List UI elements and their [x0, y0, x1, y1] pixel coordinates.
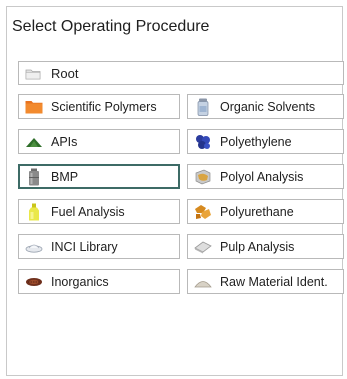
procedure-label: Scientific Polymers — [51, 99, 157, 114]
folder-gray-icon — [25, 67, 41, 80]
cosmetic-dish-icon — [25, 239, 43, 255]
procedure-label: Raw Material Ident. — [220, 274, 328, 289]
brown-pellet-icon — [25, 274, 43, 290]
procedure-scientific-polymers-button[interactable]: Scientific Polymers — [18, 94, 180, 119]
procedure-label: Inorganics — [51, 274, 109, 289]
procedure-label: Polyol Analysis — [220, 169, 304, 184]
procedure-label: Polyethylene — [220, 134, 292, 149]
solvent-bottle-icon — [194, 98, 212, 116]
procedure-raw-material-ident-button[interactable]: Raw Material Ident. — [187, 269, 344, 294]
foam-pieces-icon — [194, 204, 212, 220]
procedure-apis-button[interactable]: APIs — [18, 129, 180, 154]
procedure-inorganics-button[interactable]: Inorganics — [18, 269, 180, 294]
procedure-polyethylene-button[interactable]: Polyethylene — [187, 129, 344, 154]
procedure-fuel-analysis-button[interactable]: Fuel Analysis — [18, 199, 180, 224]
yellow-bottle-icon — [25, 203, 43, 220]
procedure-grid: Scientific Polymers Organic Solvents API… — [18, 94, 344, 294]
pulp-sheet-icon — [194, 239, 212, 255]
procedure-organic-solvents-button[interactable]: Organic Solvents — [187, 94, 344, 119]
procedure-label: INCI Library — [51, 239, 118, 254]
root-folder-item[interactable]: Root — [18, 61, 344, 85]
procedure-label: BMP — [51, 169, 79, 184]
procedure-label: Organic Solvents — [220, 99, 316, 114]
gray-canister-icon — [25, 168, 43, 185]
orange-folder-icon — [25, 99, 43, 115]
procedure-label: Fuel Analysis — [51, 204, 125, 219]
procedure-polyol-analysis-button[interactable]: Polyol Analysis — [187, 164, 344, 189]
blue-granules-icon — [194, 134, 212, 150]
procedure-inci-library-button[interactable]: INCI Library — [18, 234, 180, 259]
procedure-polyurethane-button[interactable]: Polyurethane — [187, 199, 344, 224]
green-powder-icon — [25, 134, 43, 150]
dialog-title: Select Operating Procedure — [12, 18, 210, 35]
procedure-bmp-button[interactable]: BMP — [18, 164, 180, 189]
root-label: Root — [51, 65, 79, 81]
procedure-label: APIs — [51, 134, 78, 149]
procedure-label: Pulp Analysis — [220, 239, 295, 254]
procedure-label: Polyurethane — [220, 204, 294, 219]
powder-pile-icon — [194, 274, 212, 290]
polyol-sample-icon — [194, 169, 212, 185]
procedure-pulp-analysis-button[interactable]: Pulp Analysis — [187, 234, 344, 259]
